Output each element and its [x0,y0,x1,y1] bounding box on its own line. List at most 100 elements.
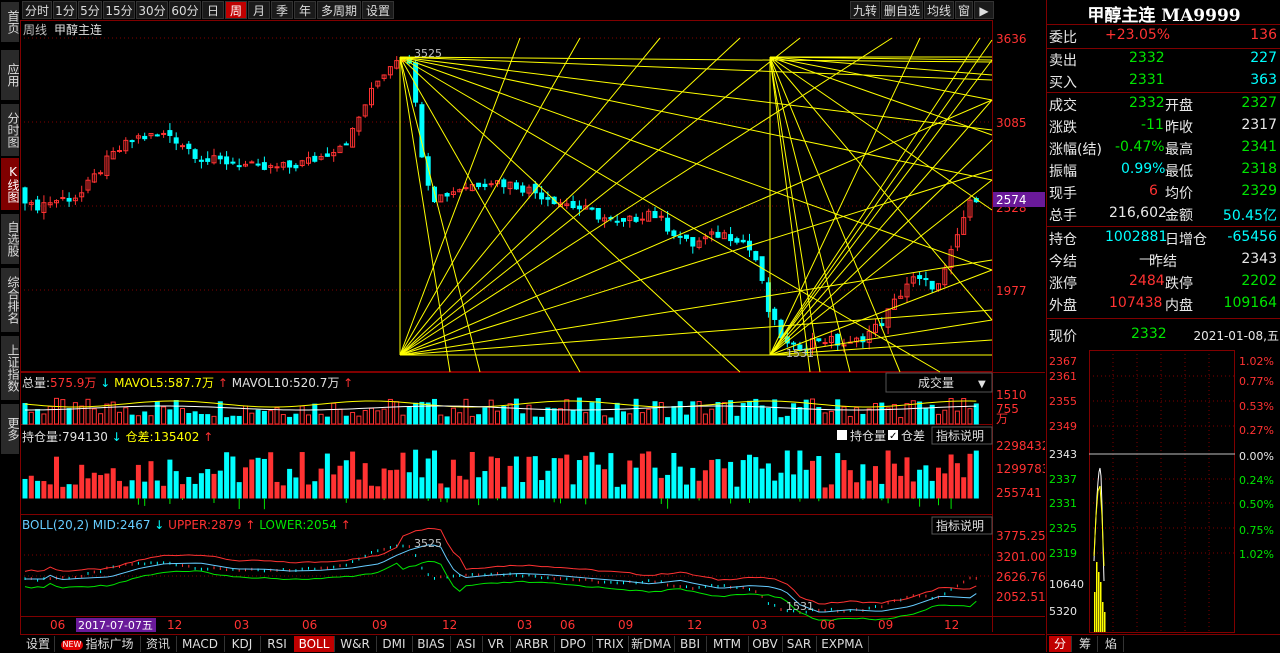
nine-turn-button[interactable]: 九转 [850,1,880,19]
tab-vr[interactable]: VR [482,636,511,652]
candle-body [841,344,847,347]
period-1min[interactable]: 1分 [53,1,77,19]
volume-bar [828,410,834,425]
mini-tab-chou[interactable]: 筹 [1073,636,1098,652]
pct-value: -0.47% [1115,139,1165,155]
period-fenshi[interactable]: 分时 [22,1,52,19]
oi-bar [293,477,299,499]
tab-资讯[interactable]: 资讯 [140,636,177,652]
oi-bar [910,481,916,499]
oi-bar [847,470,853,499]
period-multi[interactable]: 多周期 [317,1,361,19]
tab-指标广场[interactable]: NEW 指标广场 [54,636,141,652]
buy-volume: 363 [1250,72,1277,88]
svg-text:1510: 1510 [996,388,1027,402]
oi-bar [539,480,545,499]
volume-bars [22,397,979,425]
tab-sar[interactable]: SAR [782,636,817,652]
oi-bar [721,468,727,499]
oi-bar [797,450,803,499]
period-day[interactable]: 日 [202,1,224,19]
nav-ranking[interactable]: 综合排名 [1,268,20,333]
nav-kline[interactable]: K线图 [1,158,20,211]
mini-left-tick: 2337 [1049,473,1077,486]
volume-bar [891,404,897,425]
oi-bar [117,480,122,499]
oi-bar [41,481,47,499]
nav-apps[interactable]: 应用 [1,50,20,101]
tab-obv[interactable]: OBV [748,636,783,652]
nav-watchlist[interactable]: 自选股 [1,214,20,265]
oi-bar [765,463,771,499]
volume-bar [161,406,167,425]
daily-inc-label: 日增仓 [1165,232,1207,248]
expand-panel-icon[interactable]: ▶ [974,1,994,19]
mini-tab-fen[interactable]: 分 [1049,636,1072,652]
tab-rsi[interactable]: RSI [260,636,295,652]
tab-mtm[interactable]: MTM [706,636,749,652]
tab-arbr[interactable]: ARBR [510,636,555,652]
oi-bar [936,467,941,499]
kline-chart[interactable]: 周线 甲醇主连 3636 3085 2528 1977 2574 3525 15… [20,20,1045,632]
tab-label: ASI [456,637,476,651]
oi-bar [243,467,248,499]
candle-body [595,208,601,220]
tab-设置[interactable]: 设置 [22,636,55,652]
tab-asi[interactable]: ASI [450,636,483,652]
period-settings[interactable]: 设置 [362,1,394,19]
oi-bar [520,482,526,499]
indicator-tabs: 设置 NEW 指标广场 资讯 MACD KDJ RSI BOLL W&R DMI BIAS ASI VR… [20,634,1045,653]
remove-watchlist-button[interactable]: 删自选 [881,1,923,19]
mini-volume-bar [1098,572,1100,632]
volume-bar [759,405,765,425]
period-season[interactable]: 季 [271,1,293,19]
ma-button[interactable]: 均线 [924,1,954,19]
candle-body [513,182,519,190]
tab-新dma[interactable]: 新DMA [628,636,675,652]
tab-label: 新DMA [631,637,671,651]
nav-timeshare[interactable]: 分时图 [1,104,20,157]
tab-dmi[interactable]: DMI [376,636,413,652]
period-week[interactable]: 周 [225,1,247,19]
tab-dpo[interactable]: DPO [554,636,593,652]
oi-bar [375,486,381,499]
tab-kdj[interactable]: KDJ [224,636,261,652]
volume-bar [91,408,97,425]
oi-bar [513,456,519,499]
period-month[interactable]: 月 [248,1,270,19]
candle-body [545,197,551,200]
nav-sh-index[interactable]: 上证指数 [1,336,20,401]
oi-bar [167,459,173,499]
period-30min[interactable]: 30分 [136,1,168,19]
volume-bar [444,416,450,425]
tab-expma[interactable]: EXPMA [816,636,869,652]
nav-more[interactable]: 更多 [1,404,20,455]
tab-bbi[interactable]: BBI [674,636,707,652]
nav-home[interactable]: 首页 [1,2,20,43]
gann-lines[interactable] [399,37,993,373]
window-button[interactable]: 窗 [955,1,973,19]
tab-boll[interactable]: BOLL [294,636,335,652]
oi-bar [180,484,185,499]
volume-bar [167,409,173,425]
buy-price: 2331 [1129,72,1165,88]
oi-bar [709,459,715,499]
period-60min[interactable]: 60分 [169,1,201,19]
mini-timeshare-chart[interactable]: 2367 2361 2355 2349 2343 2337 2331 2325 2319 1064… [1047,346,1280,634]
mini-tab-yan[interactable]: 焰 [1099,636,1124,652]
period-year[interactable]: 年 [294,1,316,19]
gann-line [399,259,993,356]
candle-body [621,218,626,222]
period-5min[interactable]: 5分 [78,1,102,19]
price-tick: 1977 [996,284,1027,298]
time-tick: 06 [560,618,575,632]
tab-trix[interactable]: TRIX [592,636,629,652]
volume-bar [608,417,614,425]
tab-macd[interactable]: MACD [176,636,225,652]
period-15min[interactable]: 15分 [103,1,135,19]
tab-bias[interactable]: BIAS [412,636,451,652]
tab-wr[interactable]: W&R [334,636,377,652]
oi-checkbox[interactable] [837,430,847,440]
candle-body [633,216,639,222]
oi-bar [854,482,860,499]
